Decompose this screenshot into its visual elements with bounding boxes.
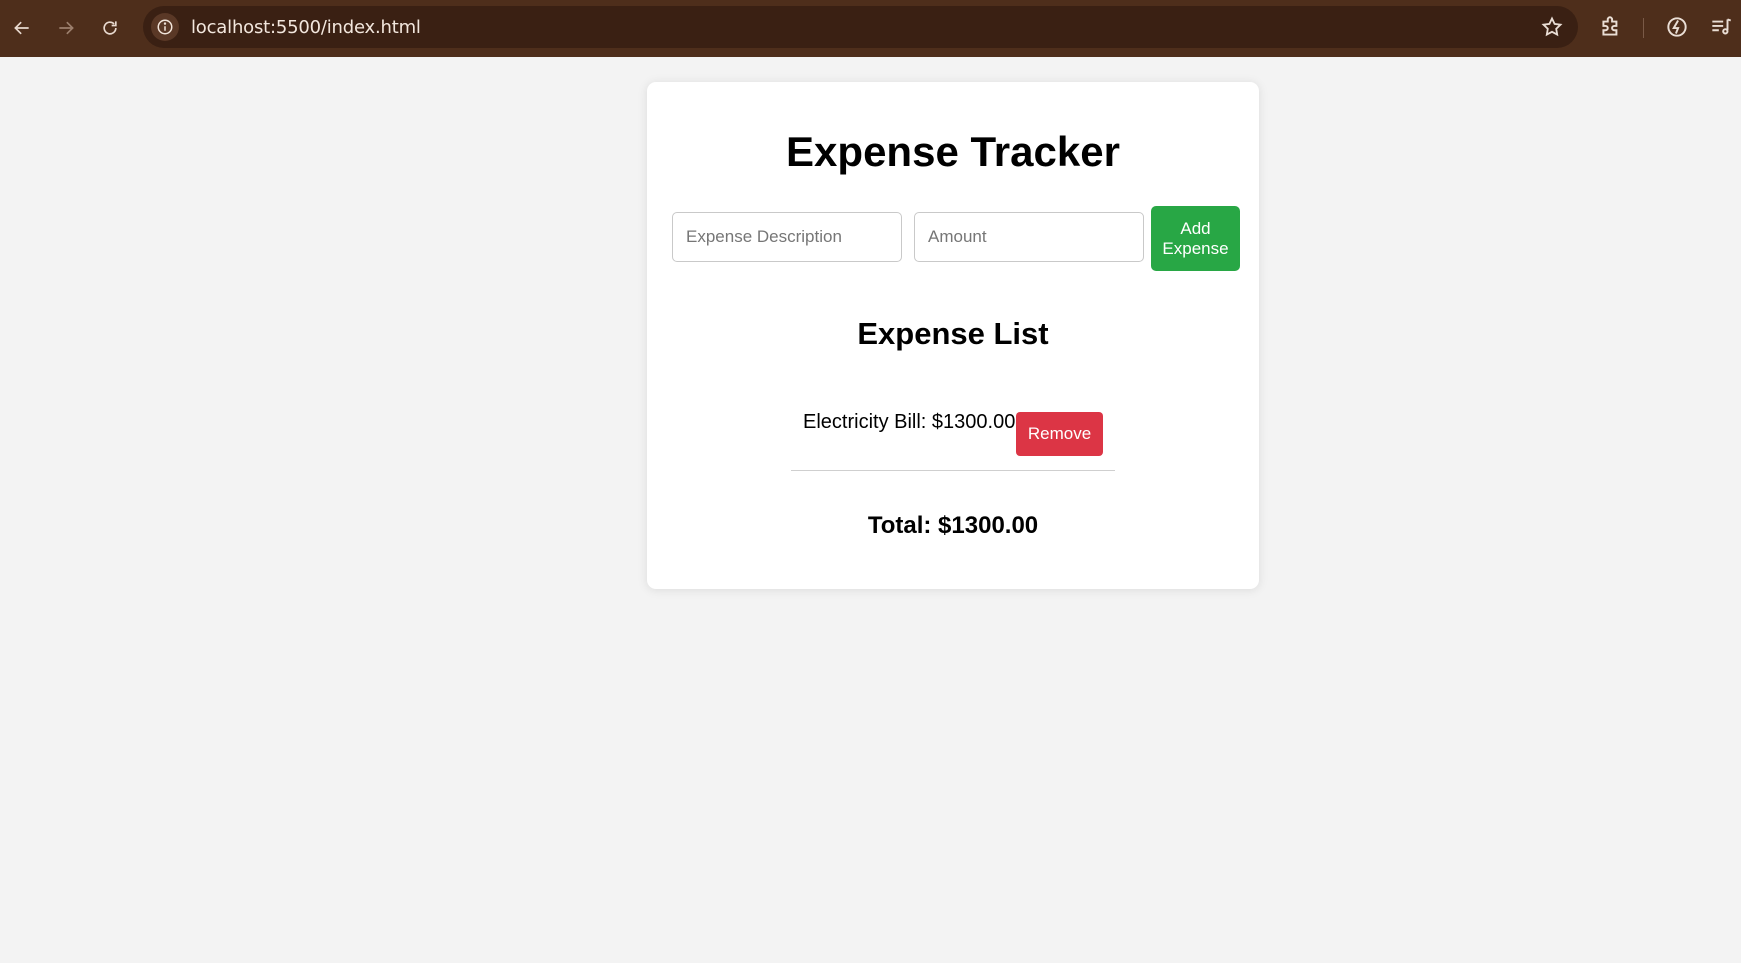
performance-icon[interactable] <box>1664 14 1690 40</box>
puzzle-icon[interactable] <box>1598 14 1624 40</box>
reload-icon <box>103 21 117 35</box>
expense-list-title: Expense List <box>857 316 1049 351</box>
info-icon <box>157 19 173 35</box>
address-bar[interactable]: localhost:5500/index.html <box>143 6 1578 48</box>
media-playlist-icon[interactable] <box>1708 14 1734 40</box>
list-item: Electricity Bill: $1300.00 Remove <box>791 398 1115 471</box>
expense-description-input[interactable] <box>672 212 902 262</box>
site-info-button[interactable] <box>151 13 179 41</box>
page-title: Expense Tracker <box>786 128 1120 175</box>
back-button[interactable] <box>0 6 44 50</box>
browser-toolbar: localhost:5500/index.html <box>0 0 1741 57</box>
star-icon[interactable] <box>1540 15 1564 39</box>
reload-button[interactable] <box>88 6 132 50</box>
amount-input[interactable] <box>914 212 1144 262</box>
toolbar-divider <box>1643 18 1644 38</box>
url-text[interactable]: localhost:5500/index.html <box>191 17 421 38</box>
forward-button[interactable] <box>44 6 88 50</box>
total-amount: Total: $1300.00 <box>867 512 1039 539</box>
expense-item-text: Electricity Bill: $1300.00 <box>803 411 1016 433</box>
arrow-right-icon <box>59 21 74 35</box>
arrow-left-icon <box>14 21 29 35</box>
remove-button[interactable]: Remove <box>1016 412 1103 456</box>
add-expense-button[interactable]: Add Expense <box>1151 206 1240 271</box>
